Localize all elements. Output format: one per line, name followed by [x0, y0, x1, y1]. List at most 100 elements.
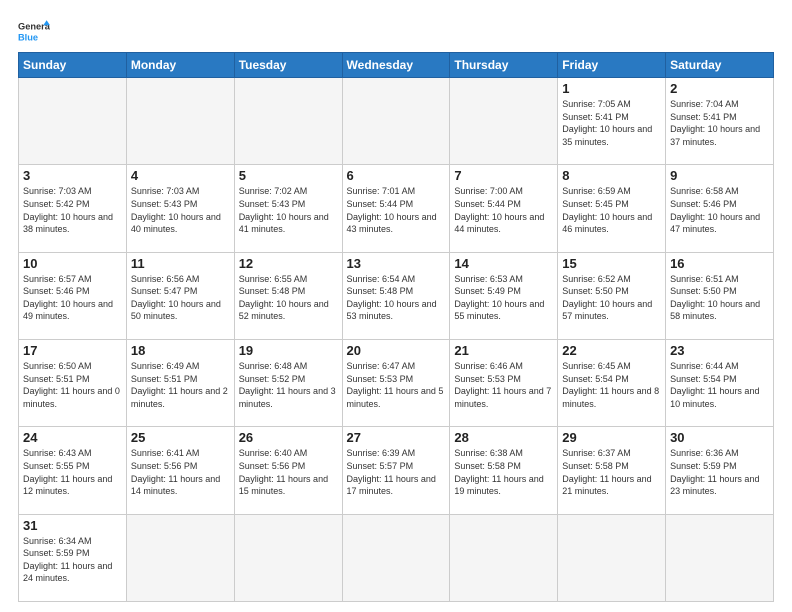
calendar-cell: 12 Sunrise: 6:55 AM Sunset: 5:48 PM Dayli…: [234, 252, 342, 339]
weekday-header-wednesday: Wednesday: [342, 53, 450, 78]
calendar-cell: 14Sunrise: 6:53 AM Sunset: 5:49 PM Dayli…: [450, 252, 558, 339]
day-number: 18: [131, 343, 230, 358]
calendar-cell: 11 Sunrise: 6:56 AM Sunset: 5:47 PM Dayli…: [126, 252, 234, 339]
calendar-cell: [342, 514, 450, 601]
day-number: 31: [23, 518, 122, 533]
svg-text:Blue: Blue: [18, 32, 38, 42]
day-number: 29: [562, 430, 661, 445]
calendar-cell: 6Sunrise: 7:01 AM Sunset: 5:44 PM Daylig…: [342, 165, 450, 252]
day-info: Sunrise: 6:43 AM Sunset: 5:55 PM Dayligh…: [23, 447, 122, 497]
day-number: 7: [454, 168, 553, 183]
day-number: 25: [131, 430, 230, 445]
week-row-5: 24 Sunrise: 6:43 AM Sunset: 5:55 PM Dayli…: [19, 427, 774, 514]
day-number: 9: [670, 168, 769, 183]
calendar-cell: 8 Sunrise: 6:59 AM Sunset: 5:45 PM Daylig…: [558, 165, 666, 252]
day-info: Sunrise: 6:39 AM Sunset: 5:57 PM Dayligh…: [347, 447, 446, 497]
calendar-cell: 21 Sunrise: 6:46 AM Sunset: 5:53 PM Dayli…: [450, 339, 558, 426]
day-info: Sunrise: 6:46 AM Sunset: 5:53 PM Dayligh…: [454, 360, 553, 410]
day-number: 17: [23, 343, 122, 358]
day-number: 26: [239, 430, 338, 445]
day-info: Sunrise: 7:03 AM Sunset: 5:43 PM Dayligh…: [131, 185, 230, 235]
day-number: 15: [562, 256, 661, 271]
weekday-header-tuesday: Tuesday: [234, 53, 342, 78]
day-number: 1: [562, 81, 661, 96]
day-info: Sunrise: 6:52 AM Sunset: 5:50 PM Dayligh…: [562, 273, 661, 323]
calendar-cell: 13 Sunrise: 6:54 AM Sunset: 5:48 PM Dayli…: [342, 252, 450, 339]
calendar-cell: 15 Sunrise: 6:52 AM Sunset: 5:50 PM Dayli…: [558, 252, 666, 339]
day-number: 12: [239, 256, 338, 271]
day-info: Sunrise: 6:40 AM Sunset: 5:56 PM Dayligh…: [239, 447, 338, 497]
day-info: Sunrise: 7:00 AM Sunset: 5:44 PM Dayligh…: [454, 185, 553, 235]
day-number: 16: [670, 256, 769, 271]
calendar-cell: 20Sunrise: 6:47 AM Sunset: 5:53 PM Dayli…: [342, 339, 450, 426]
day-info: Sunrise: 7:04 AM Sunset: 5:41 PM Dayligh…: [670, 98, 769, 148]
calendar-cell: 17Sunrise: 6:50 AM Sunset: 5:51 PM Dayli…: [19, 339, 127, 426]
day-info: Sunrise: 7:02 AM Sunset: 5:43 PM Dayligh…: [239, 185, 338, 235]
day-number: 21: [454, 343, 553, 358]
day-number: 22: [562, 343, 661, 358]
day-info: Sunrise: 6:54 AM Sunset: 5:48 PM Dayligh…: [347, 273, 446, 323]
calendar-cell: 24 Sunrise: 6:43 AM Sunset: 5:55 PM Dayli…: [19, 427, 127, 514]
calendar-cell: [126, 514, 234, 601]
day-info: Sunrise: 6:49 AM Sunset: 5:51 PM Dayligh…: [131, 360, 230, 410]
calendar-cell: 19Sunrise: 6:48 AM Sunset: 5:52 PM Dayli…: [234, 339, 342, 426]
day-info: Sunrise: 6:38 AM Sunset: 5:58 PM Dayligh…: [454, 447, 553, 497]
day-info: Sunrise: 6:56 AM Sunset: 5:47 PM Dayligh…: [131, 273, 230, 323]
weekday-header-saturday: Saturday: [666, 53, 774, 78]
week-row-1: 1 Sunrise: 7:05 AM Sunset: 5:41 PM Daylig…: [19, 78, 774, 165]
calendar-cell: 31 Sunrise: 6:34 AM Sunset: 5:59 PM Dayli…: [19, 514, 127, 601]
day-number: 11: [131, 256, 230, 271]
week-row-2: 3Sunrise: 7:03 AM Sunset: 5:42 PM Daylig…: [19, 165, 774, 252]
calendar: SundayMondayTuesdayWednesdayThursdayFrid…: [18, 52, 774, 602]
day-info: Sunrise: 6:36 AM Sunset: 5:59 PM Dayligh…: [670, 447, 769, 497]
calendar-cell: 2 Sunrise: 7:04 AM Sunset: 5:41 PM Daylig…: [666, 78, 774, 165]
day-info: Sunrise: 6:45 AM Sunset: 5:54 PM Dayligh…: [562, 360, 661, 410]
header: General Blue: [18, 18, 774, 46]
day-info: Sunrise: 6:59 AM Sunset: 5:45 PM Dayligh…: [562, 185, 661, 235]
day-info: Sunrise: 6:57 AM Sunset: 5:46 PM Dayligh…: [23, 273, 122, 323]
weekday-header-row: SundayMondayTuesdayWednesdayThursdayFrid…: [19, 53, 774, 78]
calendar-cell: 9 Sunrise: 6:58 AM Sunset: 5:46 PM Daylig…: [666, 165, 774, 252]
calendar-cell: [19, 78, 127, 165]
day-number: 5: [239, 168, 338, 183]
calendar-cell: 1 Sunrise: 7:05 AM Sunset: 5:41 PM Daylig…: [558, 78, 666, 165]
calendar-cell: [234, 514, 342, 601]
day-info: Sunrise: 7:05 AM Sunset: 5:41 PM Dayligh…: [562, 98, 661, 148]
calendar-cell: 3Sunrise: 7:03 AM Sunset: 5:42 PM Daylig…: [19, 165, 127, 252]
day-number: 13: [347, 256, 446, 271]
day-number: 8: [562, 168, 661, 183]
calendar-cell: [126, 78, 234, 165]
weekday-header-sunday: Sunday: [19, 53, 127, 78]
week-row-4: 17Sunrise: 6:50 AM Sunset: 5:51 PM Dayli…: [19, 339, 774, 426]
week-row-3: 10 Sunrise: 6:57 AM Sunset: 5:46 PM Dayli…: [19, 252, 774, 339]
day-info: Sunrise: 6:44 AM Sunset: 5:54 PM Dayligh…: [670, 360, 769, 410]
calendar-cell: 7 Sunrise: 7:00 AM Sunset: 5:44 PM Daylig…: [450, 165, 558, 252]
calendar-cell: 25 Sunrise: 6:41 AM Sunset: 5:56 PM Dayli…: [126, 427, 234, 514]
weekday-header-thursday: Thursday: [450, 53, 558, 78]
calendar-cell: [234, 78, 342, 165]
day-number: 24: [23, 430, 122, 445]
weekday-header-monday: Monday: [126, 53, 234, 78]
weekday-header-friday: Friday: [558, 53, 666, 78]
page: General Blue SundayMondayTuesdayWednesda…: [0, 0, 792, 612]
calendar-cell: 22 Sunrise: 6:45 AM Sunset: 5:54 PM Dayli…: [558, 339, 666, 426]
day-info: Sunrise: 6:55 AM Sunset: 5:48 PM Dayligh…: [239, 273, 338, 323]
day-number: 4: [131, 168, 230, 183]
calendar-cell: 26 Sunrise: 6:40 AM Sunset: 5:56 PM Dayli…: [234, 427, 342, 514]
day-info: Sunrise: 6:37 AM Sunset: 5:58 PM Dayligh…: [562, 447, 661, 497]
day-info: Sunrise: 6:58 AM Sunset: 5:46 PM Dayligh…: [670, 185, 769, 235]
day-number: 6: [347, 168, 446, 183]
day-number: 2: [670, 81, 769, 96]
calendar-cell: 23 Sunrise: 6:44 AM Sunset: 5:54 PM Dayli…: [666, 339, 774, 426]
calendar-cell: [450, 514, 558, 601]
logo: General Blue: [18, 18, 50, 46]
day-info: Sunrise: 6:47 AM Sunset: 5:53 PM Dayligh…: [347, 360, 446, 410]
calendar-cell: 16Sunrise: 6:51 AM Sunset: 5:50 PM Dayli…: [666, 252, 774, 339]
calendar-cell: 5 Sunrise: 7:02 AM Sunset: 5:43 PM Daylig…: [234, 165, 342, 252]
day-info: Sunrise: 6:41 AM Sunset: 5:56 PM Dayligh…: [131, 447, 230, 497]
generalblue-logo-icon: General Blue: [18, 18, 50, 46]
day-number: 23: [670, 343, 769, 358]
day-info: Sunrise: 6:34 AM Sunset: 5:59 PM Dayligh…: [23, 535, 122, 585]
calendar-cell: 28Sunrise: 6:38 AM Sunset: 5:58 PM Dayli…: [450, 427, 558, 514]
day-number: 10: [23, 256, 122, 271]
